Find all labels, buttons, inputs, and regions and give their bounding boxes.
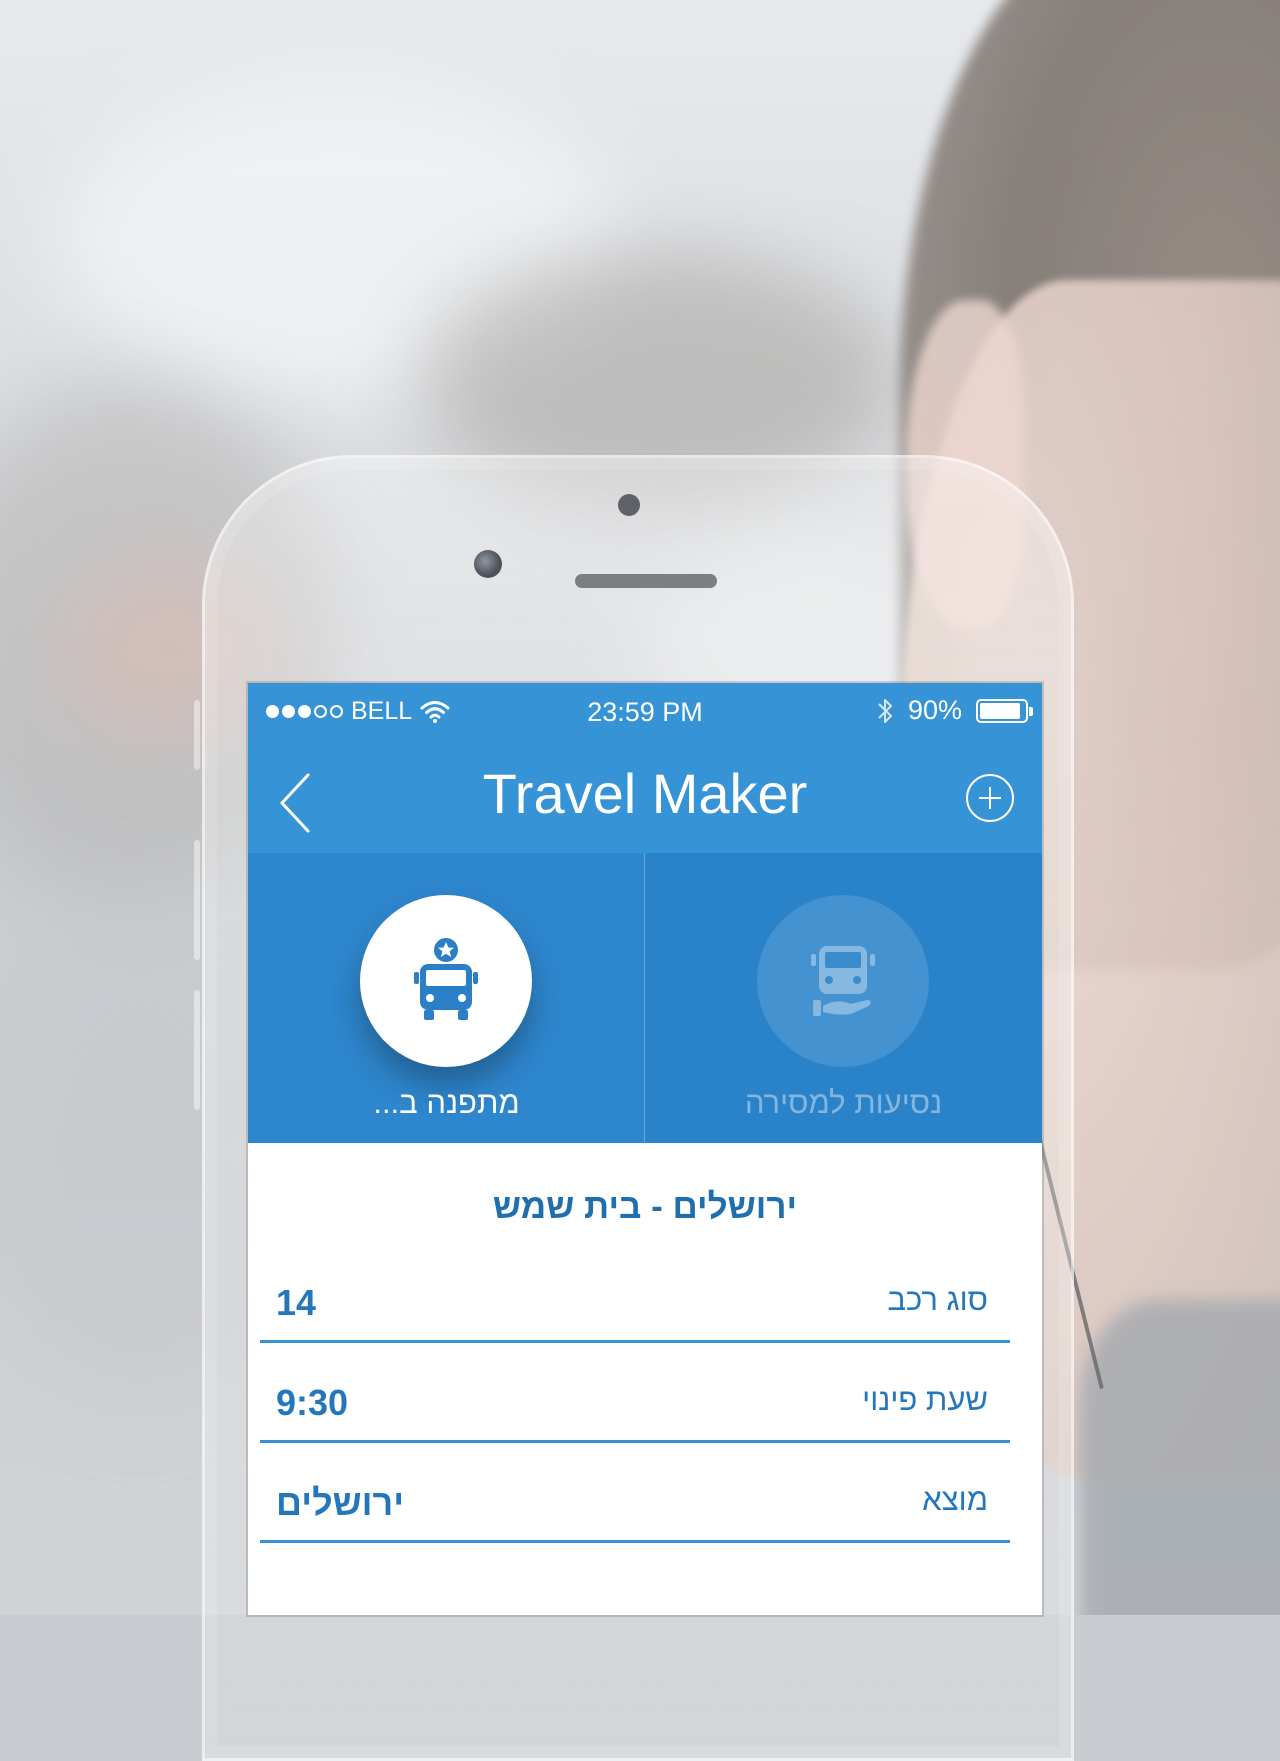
battery-fill xyxy=(980,702,1020,719)
tab-deliveries-label: נסיעות למסירה xyxy=(744,1085,943,1120)
detail-value: 14 xyxy=(276,1282,317,1323)
navigation-bar: Travel Maker xyxy=(248,743,1042,853)
tab-available[interactable]: מתפנה ב... xyxy=(248,853,645,1143)
phone-volume-up xyxy=(194,840,200,960)
proximity-sensor xyxy=(474,550,502,578)
bluetooth-icon xyxy=(878,698,892,723)
page-title: Travel Maker xyxy=(482,762,808,825)
app-screen: BELL 23:59 PM 90% Travel Maker מתפנה ב..… xyxy=(248,683,1042,1615)
tab-available-label: מתפנה ב... xyxy=(373,1085,520,1120)
detail-row-origin: מוצא ירושלים xyxy=(260,1443,1010,1543)
tab-available-icon-circle xyxy=(360,895,532,1067)
phone-volume-down xyxy=(194,990,200,1110)
detail-row-vehicle-type: סוג רכב 14 xyxy=(260,1243,1010,1343)
detail-label: סוג רכב xyxy=(887,1282,988,1317)
front-camera xyxy=(618,494,640,516)
trip-route: ירושלים - בית שמש xyxy=(492,1187,798,1226)
detail-value: ירושלים xyxy=(276,1482,405,1523)
detail-label: מוצא xyxy=(922,1482,988,1517)
battery-percent: 90% xyxy=(907,695,962,725)
tab-deliveries-icon-circle xyxy=(757,895,929,1067)
bus-hand-icon xyxy=(811,946,875,1016)
add-button[interactable] xyxy=(966,774,1014,822)
phone-mute-switch xyxy=(194,700,200,770)
earpiece-speaker xyxy=(575,574,717,588)
detail-label: שעת פינוי xyxy=(862,1382,988,1417)
bus-star-icon xyxy=(414,938,478,1020)
detail-value: 9:30 xyxy=(276,1382,349,1423)
trip-details: ירושלים - בית שמש סוג רכב 14 שעת פינוי 9… xyxy=(248,1143,1042,1615)
status-bar: BELL 23:59 PM 90% xyxy=(248,683,1042,743)
battery-icon xyxy=(976,698,1033,723)
status-right: 90% xyxy=(876,695,1033,726)
segment-tabs: מתפנה ב... נסיעות למסירה xyxy=(248,853,1042,1143)
detail-row-pickup-time: שעת פינוי 9:30 xyxy=(260,1343,1010,1443)
tab-deliveries[interactable]: נסיעות למסירה xyxy=(645,853,1042,1143)
